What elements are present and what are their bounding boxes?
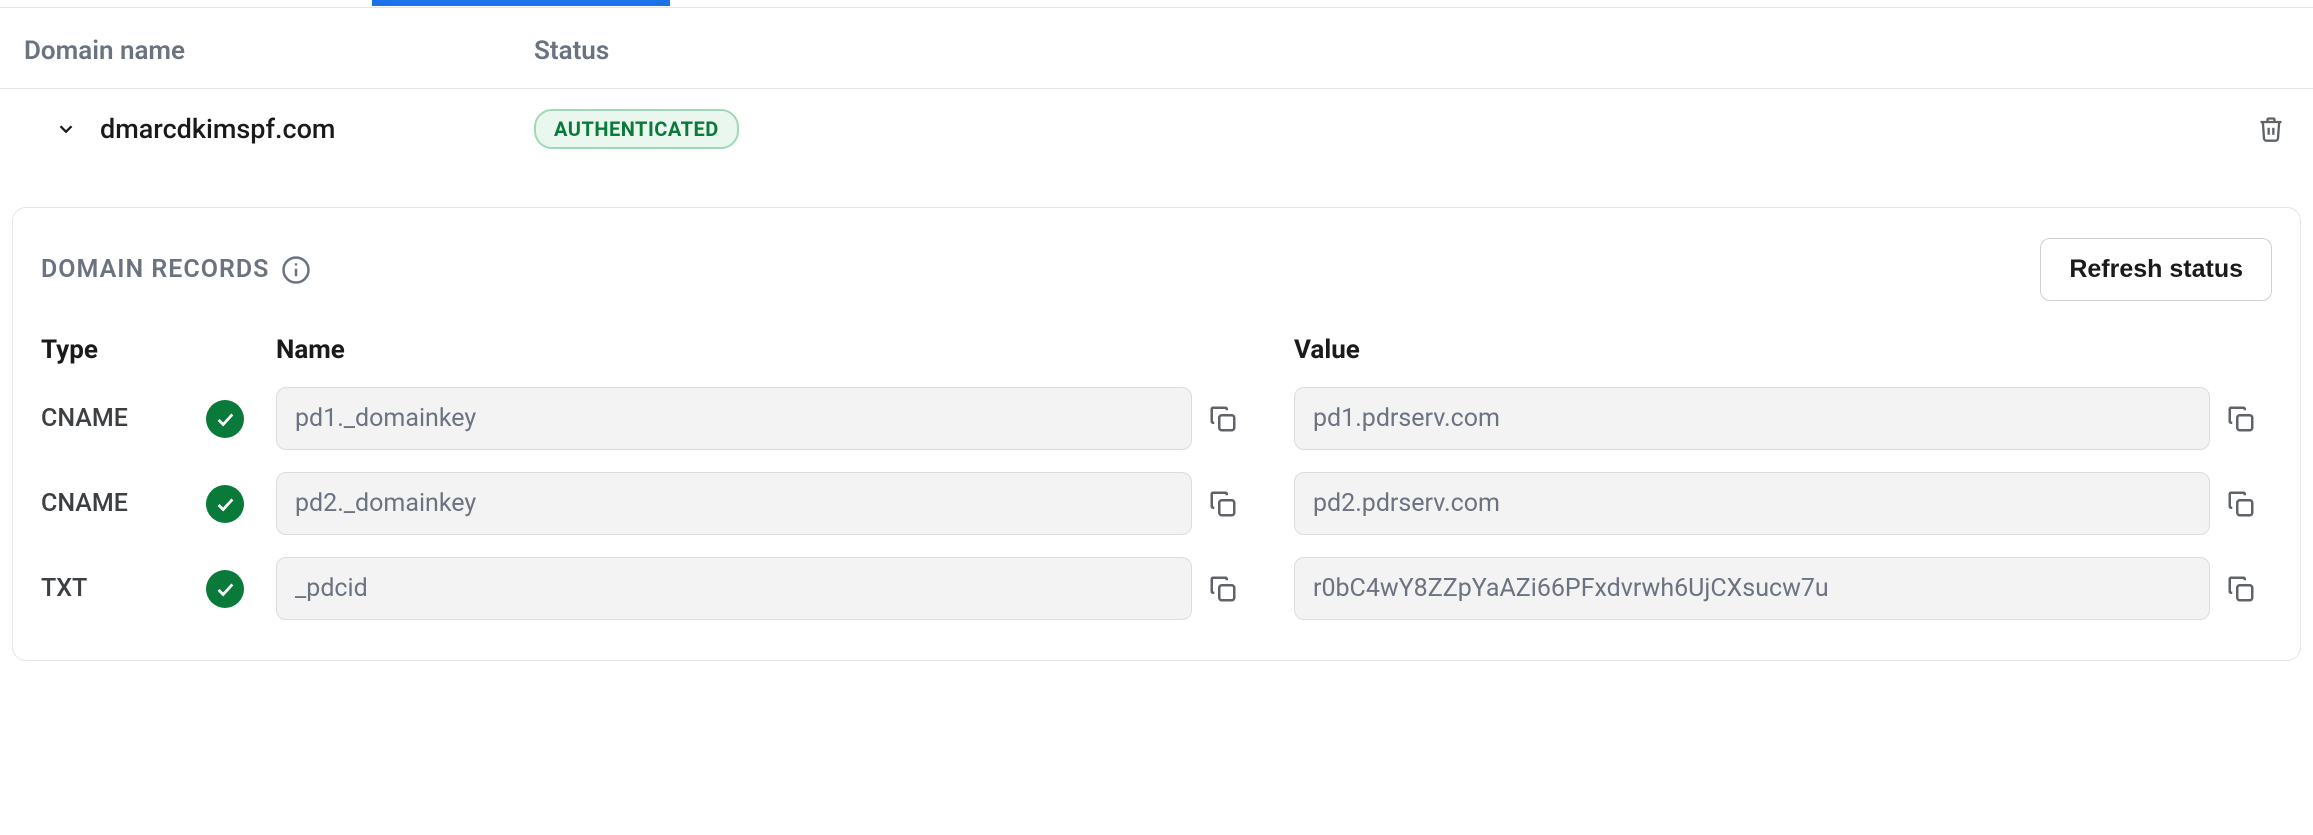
info-icon[interactable] xyxy=(281,255,311,285)
domain-row: dmarcdkimspf.com AUTHENTICATED xyxy=(0,89,2313,169)
col-header-type: Type xyxy=(41,335,206,365)
copy-value-button[interactable] xyxy=(2210,570,2272,608)
active-tab-indicator xyxy=(372,0,670,6)
domain-records-title: DOMAIN RECORDS xyxy=(41,255,269,284)
status-badge: AUTHENTICATED xyxy=(534,109,739,149)
record-value-input[interactable] xyxy=(1294,557,2210,620)
record-name-input[interactable] xyxy=(276,472,1192,535)
record-value-input[interactable] xyxy=(1294,472,2210,535)
copy-name-button[interactable] xyxy=(1192,485,1254,523)
record-type: CNAME xyxy=(41,404,206,433)
domain-name: dmarcdkimspf.com xyxy=(100,113,335,145)
header-status: Status xyxy=(534,36,2289,66)
delete-domain-button[interactable] xyxy=(2253,111,2289,147)
col-header-name: Name xyxy=(276,335,1192,365)
record-value-input[interactable] xyxy=(1294,387,2210,450)
record-name-input[interactable] xyxy=(276,387,1192,450)
col-header-value: Value xyxy=(1294,335,2210,365)
header-domain-name: Domain name xyxy=(24,36,534,66)
record-type: CNAME xyxy=(41,489,206,518)
check-icon xyxy=(206,400,244,438)
check-icon xyxy=(206,485,244,523)
refresh-status-button[interactable]: Refresh status xyxy=(2040,238,2272,301)
expand-toggle[interactable] xyxy=(46,118,86,140)
domain-table-header: Domain name Status xyxy=(0,8,2313,89)
tab-strip xyxy=(0,0,2313,8)
record-name-input[interactable] xyxy=(276,557,1192,620)
copy-value-button[interactable] xyxy=(2210,485,2272,523)
copy-name-button[interactable] xyxy=(1192,570,1254,608)
domain-records-card: DOMAIN RECORDS Refresh status Type Name … xyxy=(12,207,2301,661)
record-type: TXT xyxy=(41,574,206,603)
check-icon xyxy=(206,570,244,608)
records-grid: Type Name Value CNAME CNAME TXT xyxy=(41,335,2272,620)
copy-name-button[interactable] xyxy=(1192,400,1254,438)
copy-value-button[interactable] xyxy=(2210,400,2272,438)
